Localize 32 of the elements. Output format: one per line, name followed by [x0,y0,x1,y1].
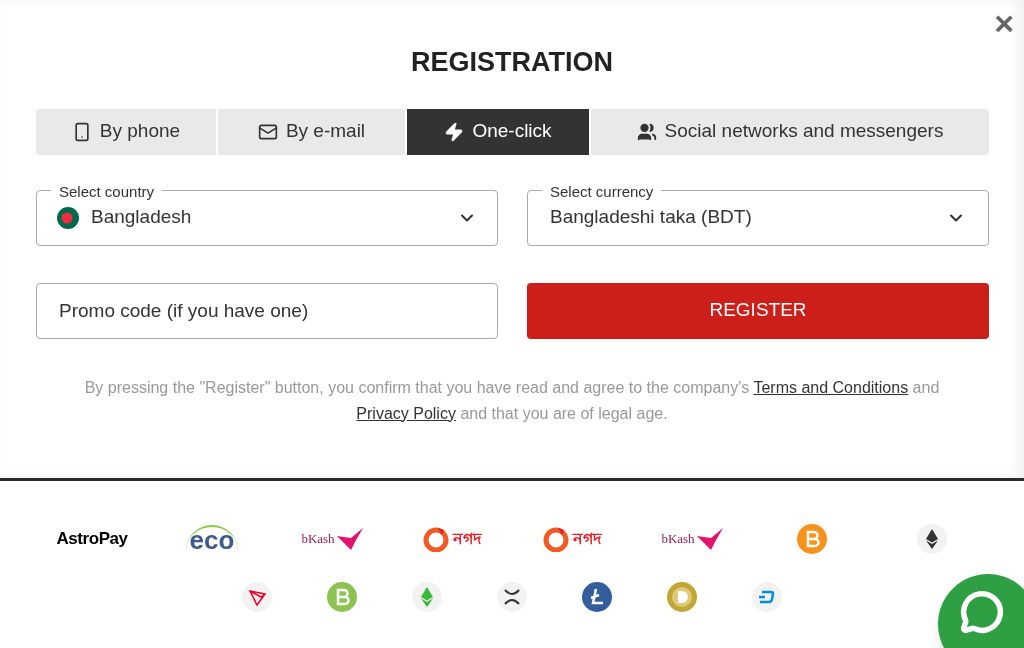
bitcoin-icon [797,524,827,554]
nagad-logo: নগদ [423,526,481,552]
promo-code-field[interactable]: Promo code (if you have one) [36,282,498,339]
tab[interactable]: Social networks and messengers [591,108,989,155]
close-button[interactable]: × [994,6,1014,40]
tron-icon [242,582,272,612]
ethereum-icon [917,524,947,554]
terms-link[interactable]: Terms and Conditions [753,378,909,396]
bitcoin-cash-icon [327,582,357,612]
bkash-logo: bKash [301,528,363,550]
tab[interactable]: By phone [36,108,216,155]
nagad-logo: নগদ [543,526,601,552]
privacy-link[interactable]: Privacy Policy [356,404,456,422]
chat-bubble-icon [960,590,1004,634]
xrp-icon [497,582,527,612]
terms-notice: By pressing the "Register" button, you confirm that you have read and agree to the company's Terms and Conditions and Privacy Policy and that you are of legal age. [83,377,941,424]
lightning-icon [444,121,465,142]
country-value: Bangladesh [91,205,193,230]
dash-icon [752,582,782,612]
currency-value: Bangladeshi taka (BDT) [550,205,753,230]
tab[interactable]: By e-mail [218,108,405,155]
people-icon [636,121,657,142]
eco-logo: eco [185,525,239,553]
dogecoin-icon [667,582,697,612]
astropay-logo: AstroPay [56,528,128,551]
tab[interactable]: One-click [407,108,589,155]
register-button[interactable]: REGISTER [527,282,989,339]
flag-icon [57,206,79,229]
ethereum-classic-icon [412,582,442,612]
litecoin-icon [582,582,612,612]
bkash-logo: bKash [661,528,723,550]
modal-title: REGISTRATION [410,46,614,79]
